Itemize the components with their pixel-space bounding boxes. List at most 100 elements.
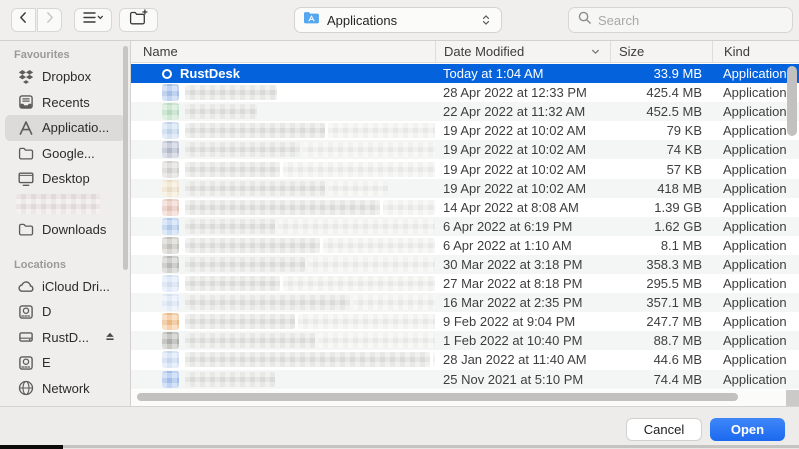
kind-cell: Application (712, 238, 799, 253)
file-row[interactable]: 6 Apr 2022 at 1:10 AM8.1 MBApplication (131, 236, 799, 255)
file-row[interactable]: 25 Nov 2021 at 5:10 PM74.4 MBApplication (131, 370, 799, 389)
redacted-file-icon (162, 84, 179, 101)
view-options-button[interactable] (74, 8, 112, 32)
file-row[interactable]: 14 Apr 2022 at 8:08 AM1.39 GBApplication (131, 198, 799, 217)
file-name-cell (131, 218, 435, 235)
date-modified-cell: 19 Apr 2022 at 10:02 AM (435, 142, 610, 157)
sidebar-section-title: Locations (0, 243, 130, 274)
file-open-dialog: Applications FavouritesDropboxRecentsApp… (0, 0, 799, 449)
vertical-scrollbar[interactable] (787, 66, 797, 136)
redacted-file-name-extra (383, 200, 435, 215)
file-name-cell (131, 199, 435, 216)
open-button[interactable]: Open (710, 418, 785, 441)
redacted-file-name-extra (308, 257, 435, 272)
sidebar-scrollbar[interactable] (123, 46, 128, 270)
redacted-file-name (185, 123, 325, 138)
background-window-edge (0, 445, 799, 449)
new-folder-button[interactable] (119, 8, 158, 32)
redacted-file-name (185, 200, 380, 215)
size-cell: 79 KB (610, 123, 712, 138)
search-input[interactable] (598, 13, 784, 28)
forward-button[interactable] (37, 8, 62, 32)
sidebar-item-network[interactable]: Network (5, 376, 125, 402)
sidebar-item-label: Desktop (42, 171, 90, 186)
kind-cell: Application (712, 219, 799, 234)
file-name-cell (131, 351, 435, 368)
file-name-cell (131, 103, 435, 120)
sidebar-item-rustd[interactable]: RustD... (5, 325, 125, 351)
size-cell: 358.3 MB (610, 257, 712, 272)
file-name-cell (131, 237, 435, 254)
file-row[interactable]: 6 Apr 2022 at 6:19 PM1.62 GBApplication (131, 217, 799, 236)
recents-icon (16, 93, 36, 111)
table-header: Name Date Modified Size Kind (131, 41, 799, 63)
sidebar-item-applicatio[interactable]: Applicatio... (5, 115, 125, 141)
sidebar: FavouritesDropboxRecentsApplicatio...Goo… (0, 41, 131, 406)
file-row[interactable]: 22 Apr 2022 at 11:32 AM452.5 MBApplicati… (131, 102, 799, 121)
redacted-file-icon (162, 371, 179, 388)
file-row[interactable]: 1 Feb 2022 at 10:40 PM88.7 MBApplication (131, 331, 799, 350)
file-row[interactable]: 19 Apr 2022 at 10:02 AM57 KBApplication (131, 159, 799, 178)
cancel-button[interactable]: Cancel (626, 418, 702, 441)
redacted-file-name-extra (318, 333, 435, 348)
file-row[interactable]: RustDeskToday at 1:04 AM33.9 MBApplicati… (131, 64, 799, 83)
kind-cell: Application (712, 123, 799, 138)
sidebar-item-dropbox[interactable]: Dropbox (5, 64, 125, 90)
sidebar-item-e[interactable]: E (5, 350, 125, 376)
list-view-menu-icon (82, 10, 104, 30)
sidebar-item-desktop[interactable]: Desktop (5, 166, 125, 192)
back-button[interactable] (11, 8, 36, 32)
sidebar-item-recents[interactable]: Recents (5, 90, 125, 116)
redacted-file-name (185, 295, 350, 310)
sidebar-item-icloud-dri[interactable]: iCloud Dri... (5, 274, 125, 300)
sidebar-item-label: RustD... (42, 330, 89, 345)
file-name-cell (131, 371, 435, 388)
redacted-file-icon (162, 103, 179, 120)
file-name-cell (131, 294, 435, 311)
sidebar-item-downloads[interactable]: Downloads (5, 217, 125, 243)
kind-cell: Application (712, 66, 799, 81)
search-field[interactable] (568, 7, 793, 33)
date-modified-cell: 9 Feb 2022 at 9:04 PM (435, 314, 610, 329)
column-header-size[interactable]: Size (610, 41, 712, 62)
sidebar-item-label: Downloads (42, 222, 106, 237)
rustdesk-app-icon (162, 69, 172, 79)
sidebar-item-d[interactable]: D (5, 299, 125, 325)
kind-cell: Application (712, 181, 799, 196)
size-cell: 1.62 GB (610, 219, 712, 234)
file-row[interactable]: 30 Mar 2022 at 3:18 PM358.3 MBApplicatio… (131, 255, 799, 274)
sidebar-section-title: Favourites (0, 41, 130, 64)
redacted-file-name (185, 181, 325, 196)
sidebar-item-redacted[interactable] (5, 192, 125, 218)
kind-cell: Application (712, 200, 799, 215)
column-header-kind[interactable]: Kind (712, 41, 799, 62)
horizontal-scrollbar-track (131, 390, 799, 406)
redacted-file-name-extra (298, 314, 435, 329)
date-modified-cell: 30 Mar 2022 at 3:18 PM (435, 257, 610, 272)
file-row[interactable]: 16 Mar 2022 at 2:35 PM357.1 MBApplicatio… (131, 293, 799, 312)
redacted-file-name (185, 314, 295, 329)
column-header-date-modified[interactable]: Date Modified (435, 41, 610, 62)
file-row[interactable]: 19 Apr 2022 at 10:02 AM418 MBApplication (131, 179, 799, 198)
column-header-name[interactable]: Name (131, 41, 435, 62)
redacted-file-name-extra (328, 123, 435, 138)
redacted-file-name (185, 142, 300, 157)
kind-cell: Application (712, 295, 799, 310)
file-row[interactable]: 27 Mar 2022 at 8:18 PM295.5 MBApplicatio… (131, 274, 799, 293)
dropbox-icon (16, 68, 36, 86)
redacted-file-name (185, 104, 257, 119)
eject-icon[interactable] (103, 330, 117, 344)
file-list: RustDeskToday at 1:04 AM33.9 MBApplicati… (131, 64, 799, 389)
sidebar-item-google[interactable]: Google... (5, 141, 125, 167)
file-row[interactable]: 28 Jan 2022 at 11:40 AM44.6 MBApplicatio… (131, 350, 799, 369)
location-dropdown[interactable]: Applications (294, 7, 502, 33)
file-row[interactable]: 9 Feb 2022 at 9:04 PM247.7 MBApplication (131, 312, 799, 331)
horizontal-scrollbar[interactable] (137, 393, 738, 401)
dialog-footer: Cancel Open (0, 406, 799, 445)
file-row[interactable]: 19 Apr 2022 at 10:02 AM79 KBApplication (131, 121, 799, 140)
size-cell: 418 MB (610, 181, 712, 196)
file-row[interactable]: 28 Apr 2022 at 12:33 PM425.4 MBApplicati… (131, 83, 799, 102)
file-row[interactable]: 19 Apr 2022 at 10:02 AM74 KBApplication (131, 140, 799, 159)
chevron-right-icon (42, 10, 57, 30)
redacted-file-icon (162, 294, 179, 311)
